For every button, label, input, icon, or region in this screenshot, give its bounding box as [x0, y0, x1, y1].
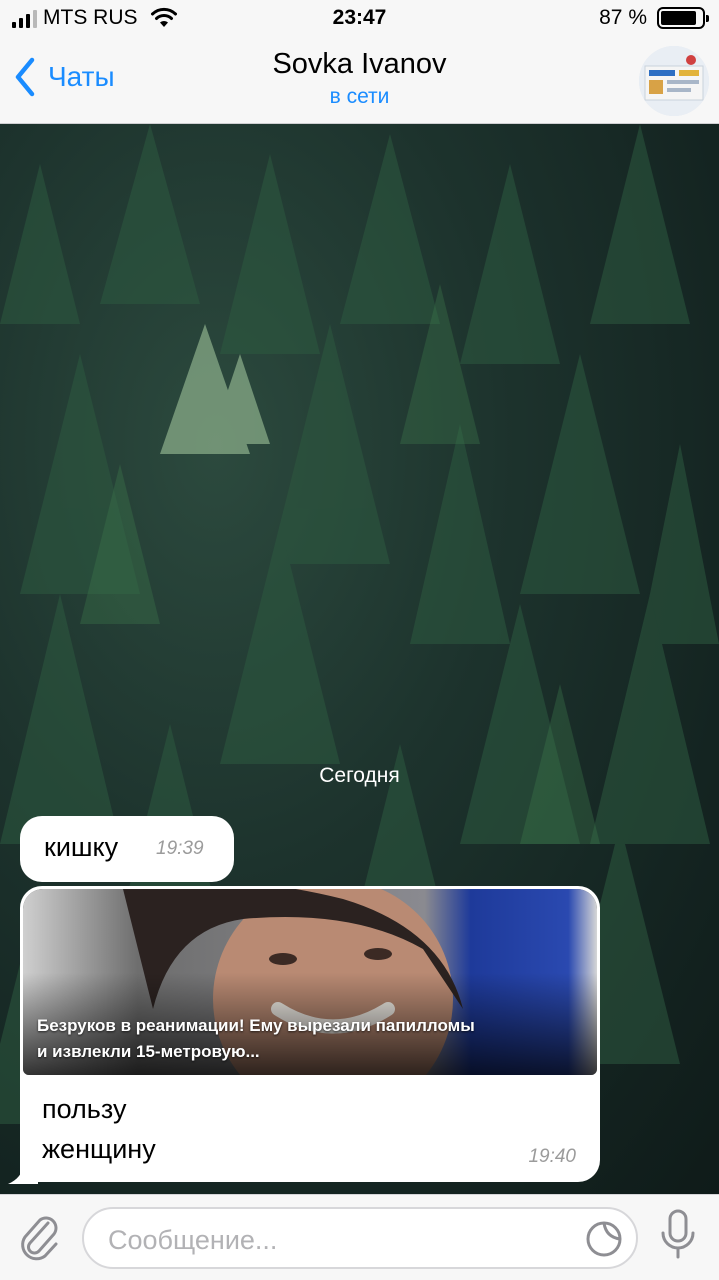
attach-icon[interactable] [18, 1213, 62, 1261]
message-bubble[interactable]: кишку 19:39 [20, 816, 234, 882]
link-preview-caption: Безруков в реанимации! Ему вырезали папи… [37, 1013, 585, 1065]
message-text-line: пользу [42, 1094, 127, 1124]
chat-area[interactable]: Сегодня кишку 19:39 Безруков в реанимаци… [0, 124, 719, 1194]
message-text: кишку [44, 832, 119, 862]
message-input[interactable]: Сообщение... [82, 1207, 638, 1269]
battery-fill [661, 11, 696, 25]
message-time: 19:39 [156, 838, 204, 859]
battery-icon [657, 7, 709, 29]
message-time: 19:40 [528, 1146, 576, 1167]
message-text-line: женщину [42, 1134, 156, 1164]
status-bar: MTS RUS 23:47 87 % [0, 0, 719, 40]
avatar[interactable] [639, 46, 709, 116]
presence-status: в сети [329, 85, 390, 108]
message-bubble-with-preview[interactable]: Безруков в реанимации! Ему вырезали папи… [20, 886, 600, 1182]
sticker-icon[interactable] [584, 1219, 624, 1259]
link-preview[interactable]: Безруков в реанимации! Ему вырезали папи… [23, 889, 597, 1075]
link-preview-caption-line: и извлекли 15-метровую... [37, 1042, 260, 1061]
status-right: 87 % [599, 6, 709, 30]
link-preview-caption-line: Безруков в реанимации! Ему вырезали папи… [37, 1016, 475, 1035]
avatar-image [639, 46, 709, 116]
date-separator: Сегодня [319, 764, 400, 787]
mic-icon[interactable] [658, 1209, 698, 1261]
chat-title: Sovka Ivanov [272, 48, 447, 80]
nav-bar: Чаты Sovka Ivanov в сети [0, 40, 719, 124]
input-bar: Сообщение... [0, 1194, 719, 1280]
message-input-placeholder: Сообщение... [108, 1225, 278, 1255]
chat-header[interactable]: Sovka Ivanov в сети [0, 48, 719, 109]
battery-percent: 87 % [599, 6, 647, 29]
